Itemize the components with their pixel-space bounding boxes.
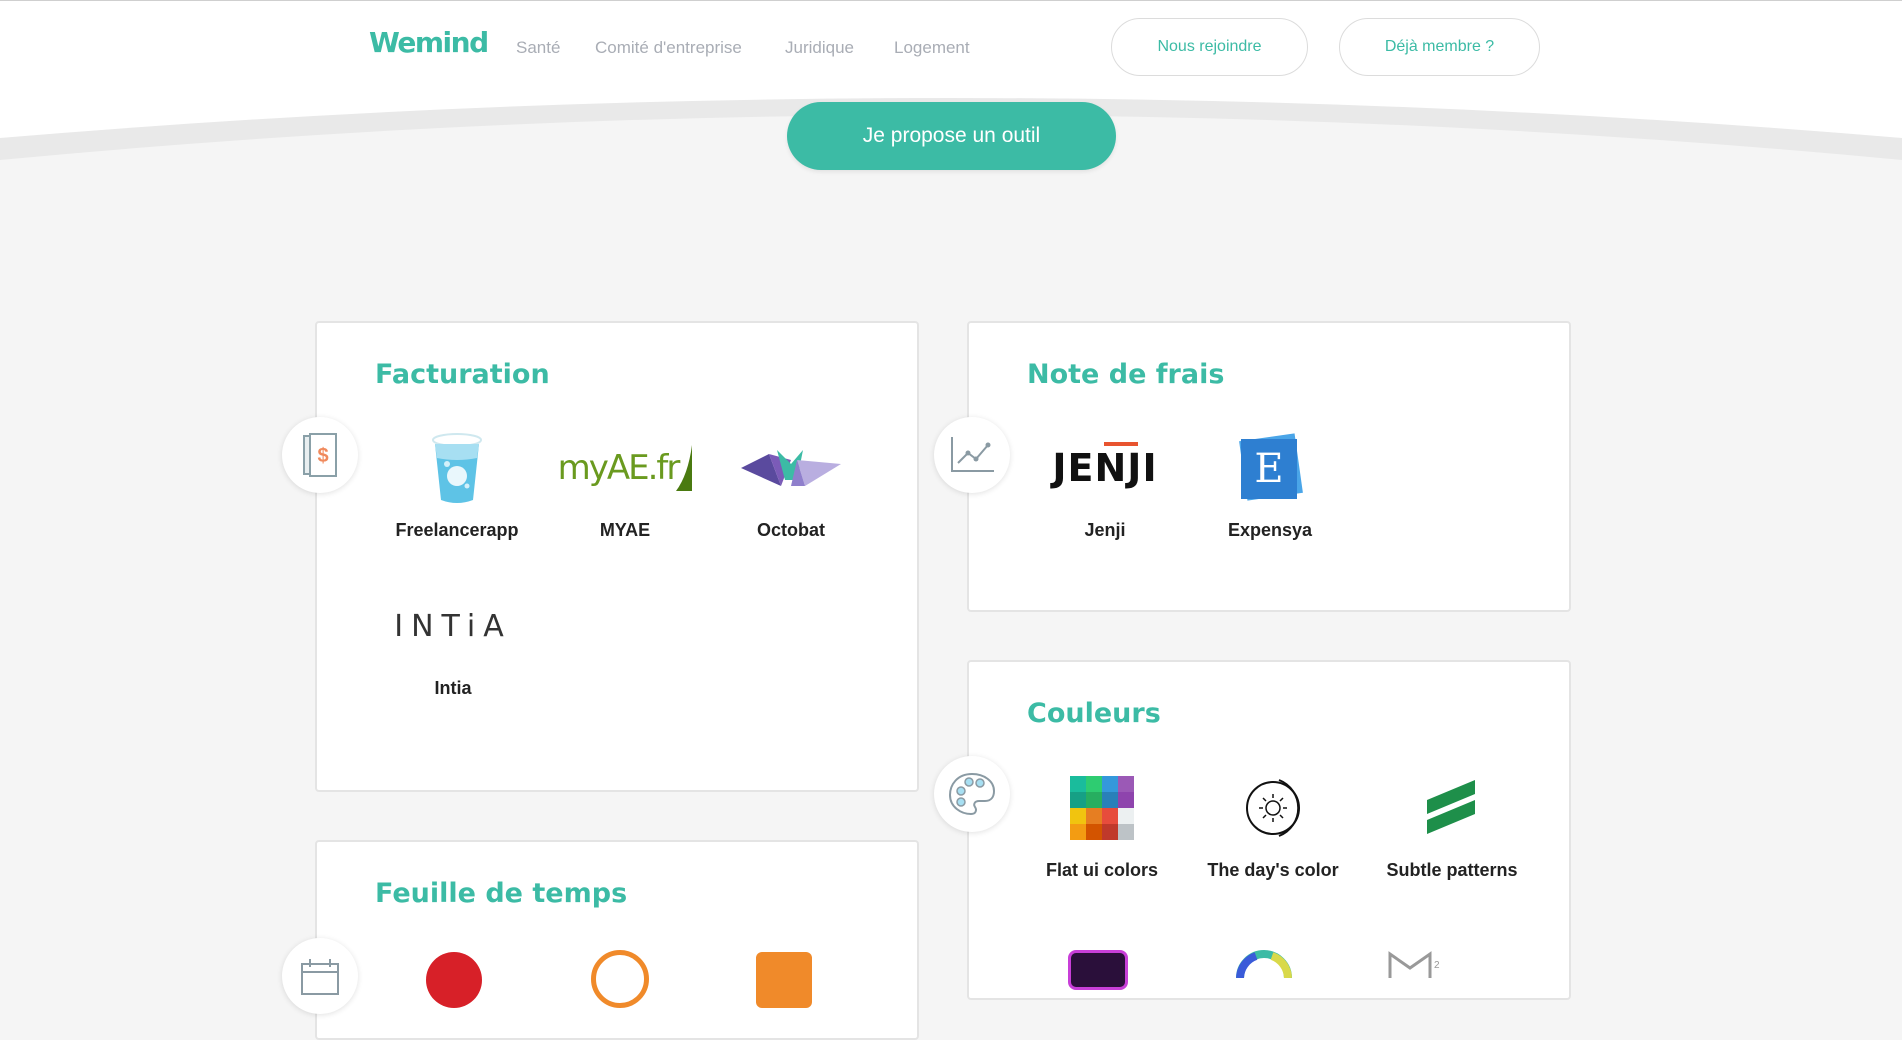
jenji-logo: JENJI [1025,422,1185,514]
tool-myae[interactable]: myAE.fr MYAE [545,422,705,541]
card-title: Feuille de temps [375,878,628,909]
tool-octobat[interactable]: Octobat [711,422,871,541]
material-logo-partial[interactable]: 2 [1388,950,1448,978]
tool-subtle-patterns[interactable]: Subtle patterns [1372,762,1532,881]
expensya-logo: E [1190,422,1350,514]
svg-text:$: $ [317,445,328,467]
tool-intia[interactable]: INTiA Intia [373,580,533,699]
tool-logo-partial[interactable] [426,952,482,1008]
member-login-button[interactable]: Déjà membre ? [1339,18,1540,76]
tool-name: Jenji [1084,520,1126,540]
tool-flat-ui-colors[interactable]: Flat ui colors [1022,762,1182,881]
tool-name: Subtle patterns [1386,860,1518,880]
nav-comite-entreprise[interactable]: Comité d'entreprise [595,38,742,58]
join-button[interactable]: Nous rejoindre [1111,18,1308,76]
card-facturation: Facturation [315,321,919,792]
jenji-logo-text: JENJI [1052,446,1158,490]
tool-name: Octobat [756,520,825,540]
tool-logo-partial[interactable] [756,952,812,1008]
color-grid-icon [1022,762,1182,854]
tool-name: Expensya [1227,520,1313,540]
logo[interactable]: Wemind [369,26,489,59]
sun-icon [1193,762,1353,854]
octobat-icon [711,422,871,514]
card-title: Note de frais [1027,359,1225,390]
tool-logo-partial[interactable] [591,950,649,1008]
myae-logo-text: myAE.fr [557,448,681,488]
intia-logo-text: INTiA [394,608,512,644]
site-header: Wemind Santé Comité d'entreprise Juridiq… [0,0,1902,170]
tool-name: The day's color [1207,860,1339,880]
tool-name: Intia [434,678,472,698]
calendar-icon [282,938,358,1014]
tool-name: Flat ui colors [1045,860,1159,880]
myae-logo: myAE.fr [545,422,705,514]
tool-expensya[interactable]: E Expensya [1190,422,1350,541]
invoice-icon: $ [282,417,358,493]
color-wheel-icon[interactable] [1236,948,1292,978]
card-feuille-de-temps: Feuille de temps [315,840,919,1040]
propose-tool-button[interactable]: Je propose un outil [787,102,1116,170]
tool-jenji[interactable]: JENJI Jenji [1025,422,1185,541]
nav-logement[interactable]: Logement [894,38,970,58]
jenji-accent-bar [1104,442,1139,446]
water-glass-icon [377,422,537,514]
tool-name: MYAE [599,520,651,540]
tool-the-days-color[interactable]: The day's color [1193,762,1353,881]
card-title: Facturation [375,359,550,390]
svg-text:2: 2 [1434,960,1440,971]
nav-juridique[interactable]: Juridique [785,38,854,58]
tool-freelancerapp[interactable]: Freelancerapp [377,422,537,541]
card-title: Couleurs [1027,698,1161,729]
line-chart-icon [934,417,1010,493]
expensya-logo-text: E [1241,439,1297,499]
nav-sante[interactable]: Santé [516,38,560,58]
palette-icon [934,756,1010,832]
intia-logo: INTiA [373,580,533,672]
tool-name: Freelancerapp [395,520,519,540]
tool-logo-partial[interactable] [1068,950,1128,990]
stripes-icon [1372,762,1532,854]
